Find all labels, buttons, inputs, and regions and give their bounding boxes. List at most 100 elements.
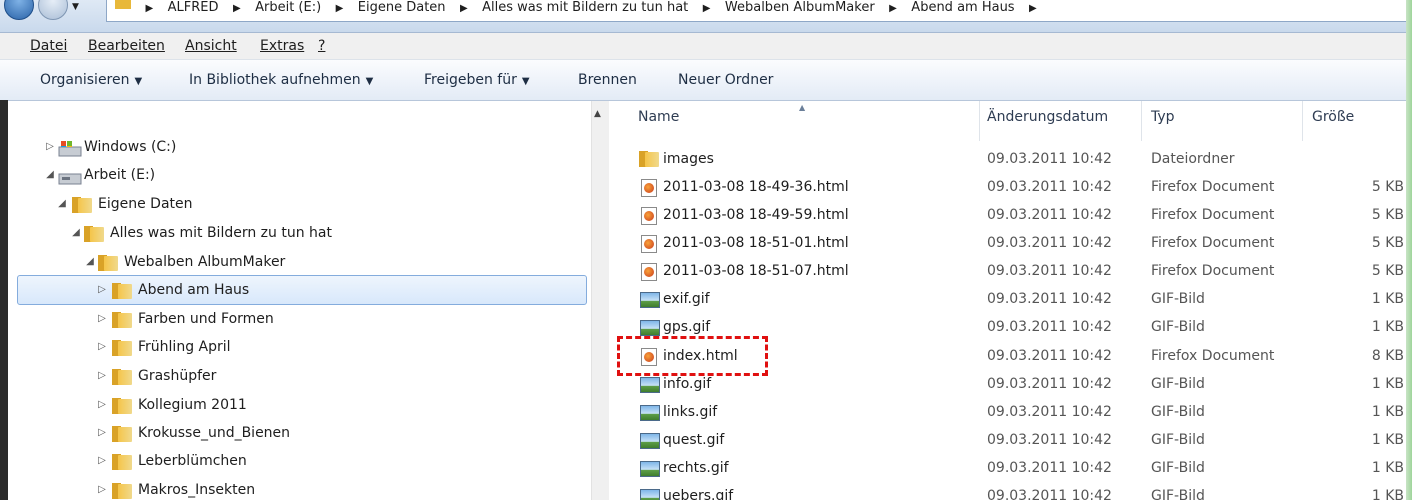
tree-item-grashuepfer[interactable]: ▷ Grashüpfer <box>0 363 580 389</box>
add-to-library-button[interactable]: In Bibliothek aufnehmen ▼ <box>189 72 373 88</box>
expand-arrow-icon[interactable]: ▷ <box>96 477 108 500</box>
column-header-name[interactable]: Name <box>638 109 679 125</box>
organize-button[interactable]: Organisieren ▼ <box>40 72 142 88</box>
breadcrumb-separator-icon[interactable]: ▶ <box>889 4 897 14</box>
tree-item-label: Makros_Insekten <box>138 482 256 498</box>
address-field[interactable]: ▶ ALFRED ▶ Arbeit (E:) ▶ Eigene Daten ▶ … <box>106 0 1408 22</box>
column-separator[interactable] <box>1141 101 1142 141</box>
forward-button[interactable] <box>38 0 68 20</box>
tree-item-label: Webalben AlbumMaker <box>124 254 286 270</box>
column-header-type[interactable]: Typ <box>1151 109 1175 125</box>
tree-item-krokusse-und-bienen[interactable]: ▷ Krokusse_und_Bienen <box>0 420 580 446</box>
breadcrumb-alles-was[interactable]: Alles was mit Bildern zu tun hat <box>482 1 688 14</box>
file-name: 2011-03-08 18-51-01.html <box>663 235 849 251</box>
recent-pages-dropdown-icon[interactable]: ▼ <box>72 2 79 12</box>
expand-arrow-icon[interactable]: ▷ <box>96 420 108 446</box>
file-row[interactable]: 2011-03-08 18-51-07.html 09.03.2011 10:4… <box>609 257 1412 285</box>
gif-image-icon <box>640 461 660 477</box>
menu-extras[interactable]: Extras <box>260 38 304 54</box>
file-name: 2011-03-08 18-49-36.html <box>663 179 849 195</box>
breadcrumb-eigene-daten[interactable]: Eigene Daten <box>358 1 446 14</box>
expand-arrow-icon[interactable]: ▷ <box>96 392 108 418</box>
file-type: Firefox Document <box>1151 207 1275 223</box>
tree-item-windows-c[interactable]: ▷ Windows (C:) <box>0 134 580 160</box>
collapse-arrow-icon[interactable]: ◢ <box>44 162 56 188</box>
breadcrumb-separator-icon[interactable]: ▶ <box>703 4 711 14</box>
breadcrumb-separator-icon[interactable]: ▶ <box>145 4 153 14</box>
tree-item-kollegium-2011[interactable]: ▷ Kollegium 2011 <box>0 392 580 418</box>
chevron-down-icon: ▼ <box>365 76 374 87</box>
menu-datei[interactable]: Datei <box>30 38 67 54</box>
column-header-size[interactable]: Größe <box>1312 109 1354 125</box>
file-type: GIF-Bild <box>1151 404 1205 420</box>
breadcrumb-arbeit[interactable]: Arbeit (E:) <box>255 1 321 14</box>
file-type: Dateiordner <box>1151 151 1235 167</box>
breadcrumb-separator-icon[interactable]: ▶ <box>233 4 241 14</box>
file-size: 1 KB <box>1371 319 1404 335</box>
file-date: 09.03.2011 10:42 <box>987 179 1112 195</box>
sort-ascending-icon: ▲ <box>799 103 806 112</box>
file-type: Firefox Document <box>1151 235 1275 251</box>
file-row[interactable]: 2011-03-08 18-51-01.html 09.03.2011 10:4… <box>609 229 1412 257</box>
file-row-images[interactable]: images 09.03.2011 10:42 Dateiordner <box>609 145 1412 173</box>
tree-item-webalben-albummaker[interactable]: ◢ Webalben AlbumMaker <box>0 249 580 275</box>
column-header-date[interactable]: Änderungsdatum <box>987 109 1108 125</box>
breadcrumb-abend-am-haus[interactable]: Abend am Haus <box>911 1 1014 14</box>
file-size: 5 KB <box>1371 207 1404 223</box>
expand-arrow-icon[interactable]: ▷ <box>96 277 108 303</box>
navigation-pane-scrollbar[interactable]: ▲ <box>591 101 609 500</box>
tree-item-arbeit-e[interactable]: ◢ Arbeit (E:) <box>0 162 580 188</box>
column-separator[interactable] <box>1302 101 1303 141</box>
folder-icon <box>112 454 132 470</box>
drive-icon <box>58 168 82 185</box>
highlight-annotation-box <box>617 336 768 376</box>
file-row[interactable]: exif.gif 09.03.2011 10:42 GIF-Bild 1 KB <box>609 285 1412 313</box>
tree-item-label: Frühling April <box>138 339 231 355</box>
menu-help[interactable]: ? <box>318 38 325 54</box>
tree-item-abend-am-haus[interactable]: ▷ Abend am Haus <box>0 277 580 303</box>
file-size: 8 KB <box>1371 348 1404 364</box>
share-with-button[interactable]: Freigeben für ▼ <box>424 72 530 88</box>
tree-item-label: Farben und Formen <box>138 311 274 327</box>
folder-icon <box>98 255 118 271</box>
tree-item-alles-was-mit-bildern[interactable]: ◢ Alles was mit Bildern zu tun hat <box>0 220 580 246</box>
folder-icon <box>115 0 131 9</box>
tree-item-label: Eigene Daten <box>98 196 193 212</box>
tree-item-fruehling-april[interactable]: ▷ Frühling April <box>0 334 580 360</box>
breadcrumb-alfred[interactable]: ALFRED <box>168 1 219 14</box>
file-row[interactable]: rechts.gif 09.03.2011 10:42 GIF-Bild 1 K… <box>609 454 1412 482</box>
menu-ansicht[interactable]: Ansicht <box>185 38 237 54</box>
breadcrumb-separator-icon[interactable]: ▶ <box>336 4 344 14</box>
file-date: 09.03.2011 10:42 <box>987 404 1112 420</box>
new-folder-button[interactable]: Neuer Ordner <box>678 72 773 88</box>
scroll-up-arrow-icon[interactable]: ▲ <box>594 109 601 119</box>
expand-arrow-icon[interactable]: ▷ <box>96 334 108 360</box>
file-row[interactable]: uebers.gif 09.03.2011 10:42 GIF-Bild 1 K… <box>609 482 1412 500</box>
expand-arrow-icon[interactable]: ▷ <box>96 363 108 389</box>
expand-arrow-icon[interactable]: ▷ <box>96 448 108 474</box>
navigation-buttons: ▼ <box>0 0 104 20</box>
breadcrumb-webalben[interactable]: Webalben AlbumMaker <box>725 1 875 14</box>
file-name: quest.gif <box>663 432 725 448</box>
file-date: 09.03.2011 10:42 <box>987 460 1112 476</box>
file-row[interactable]: 2011-03-08 18-49-36.html 09.03.2011 10:4… <box>609 173 1412 201</box>
expand-arrow-icon[interactable]: ▷ <box>44 134 56 160</box>
tree-item-farben-und-formen[interactable]: ▷ Farben und Formen <box>0 306 580 332</box>
expand-arrow-icon[interactable]: ▷ <box>96 306 108 332</box>
breadcrumb-separator-icon[interactable]: ▶ <box>460 4 468 14</box>
menu-bearbeiten[interactable]: Bearbeiten <box>88 38 165 54</box>
burn-button[interactable]: Brennen <box>578 72 637 88</box>
tree-item-leberbluemchen[interactable]: ▷ Leberblümchen <box>0 448 580 474</box>
file-row[interactable]: 2011-03-08 18-49-59.html 09.03.2011 10:4… <box>609 201 1412 229</box>
tree-item-eigene-daten[interactable]: ◢ Eigene Daten <box>0 191 580 217</box>
collapse-arrow-icon[interactable]: ◢ <box>56 191 68 217</box>
breadcrumb-separator-icon[interactable]: ▶ <box>1029 4 1037 14</box>
back-button[interactable] <box>4 0 34 20</box>
file-row[interactable]: quest.gif 09.03.2011 10:42 GIF-Bild 1 KB <box>609 426 1412 454</box>
collapse-arrow-icon[interactable]: ◢ <box>70 220 82 246</box>
tree-item-makros-insekten[interactable]: ▷ Makros_Insekten <box>0 477 580 500</box>
collapse-arrow-icon[interactable]: ◢ <box>84 249 96 275</box>
column-separator[interactable] <box>979 101 980 141</box>
file-date: 09.03.2011 10:42 <box>987 263 1112 279</box>
file-row[interactable]: links.gif 09.03.2011 10:42 GIF-Bild 1 KB <box>609 398 1412 426</box>
